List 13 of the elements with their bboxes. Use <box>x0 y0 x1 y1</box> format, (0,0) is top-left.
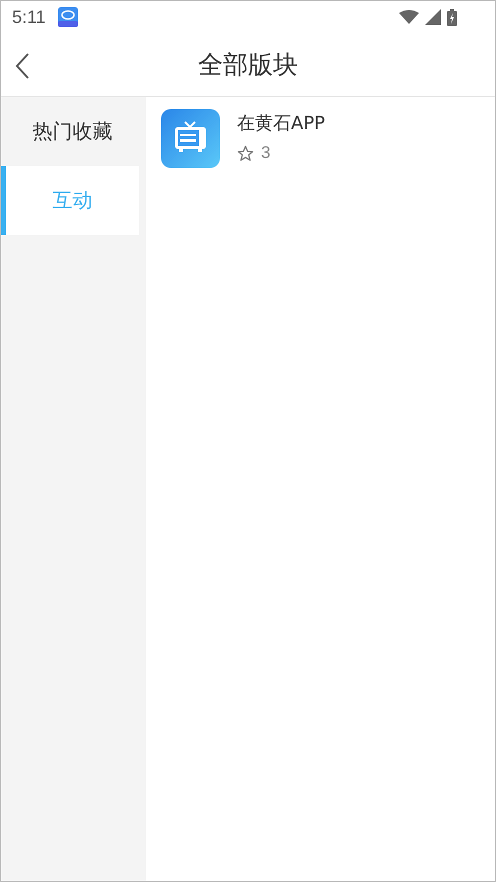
sidebar-item[interactable]: 热门收藏 <box>1 97 139 166</box>
app-notification-icon <box>58 7 78 27</box>
star-icon <box>237 144 254 162</box>
status-time: 5:11 <box>12 6 46 28</box>
signal-icon <box>425 9 441 25</box>
tv-icon[interactable] <box>161 109 220 168</box>
back-button[interactable] <box>13 51 31 81</box>
battery-icon <box>447 8 457 26</box>
page-title: 全部版块 <box>198 49 298 81</box>
wifi-icon <box>399 10 419 24</box>
favorite-count: 3 <box>261 143 270 163</box>
chevron-left-icon <box>15 53 29 79</box>
forum-name[interactable]: 在黄石APP <box>237 111 326 135</box>
